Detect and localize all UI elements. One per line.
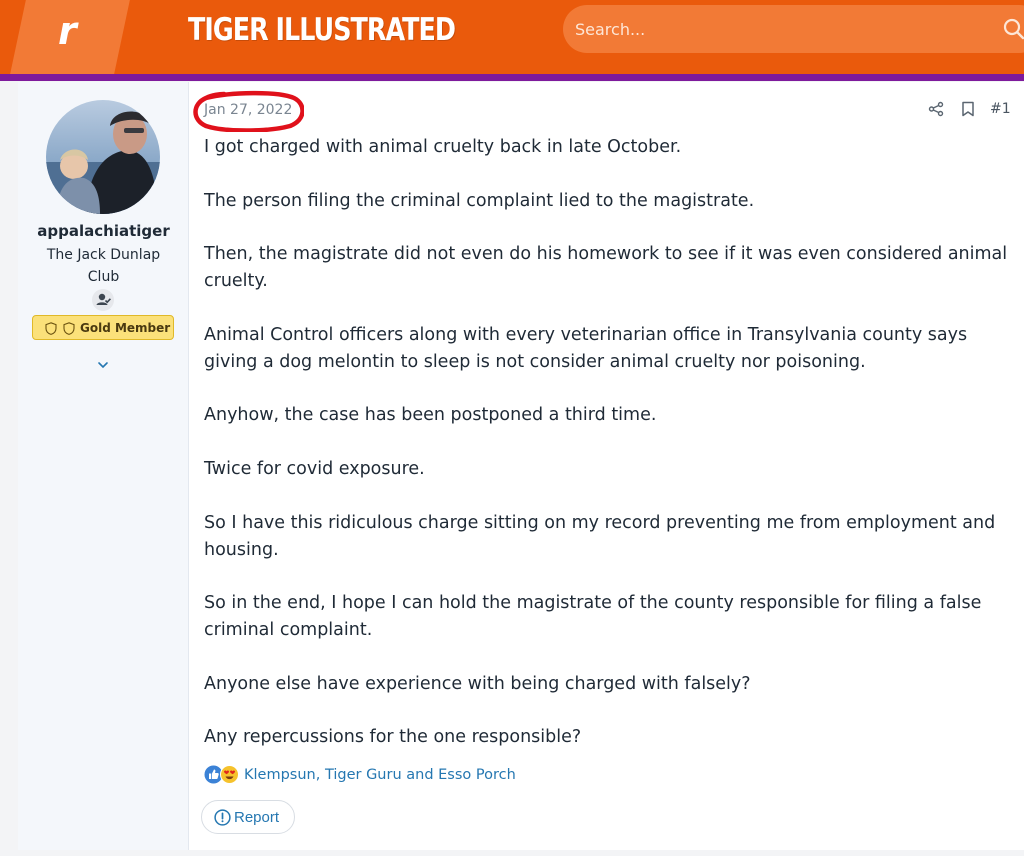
- site-title[interactable]: TIGER ILLUSTRATED: [188, 10, 456, 50]
- message-paragraph: Anyone else have experience with being c…: [204, 673, 751, 694]
- message-body: I got charged with animal cruelty back i…: [204, 134, 1016, 751]
- user-check-icon: [96, 293, 111, 305]
- search-icon[interactable]: [1003, 18, 1024, 40]
- gold-member-badge: Gold Member: [32, 315, 174, 340]
- bookmark-icon[interactable]: [961, 101, 975, 117]
- site-logo-letter[interactable]: r: [58, 7, 98, 55]
- shield-icon: [63, 322, 75, 335]
- username[interactable]: appalachiatiger: [18, 222, 189, 244]
- forum-post: appalachiatiger The Jack Dunlap Club Gol…: [18, 82, 1024, 850]
- badge-label: Gold Member: [80, 321, 171, 335]
- message-paragraph: So I have this ridiculous charge sitting…: [204, 512, 996, 560]
- report-icon: [214, 809, 231, 826]
- header-accent-bar: [0, 74, 1024, 81]
- share-icon[interactable]: [928, 101, 944, 117]
- message-paragraph: Any repercussions for the one responsibl…: [204, 727, 582, 748]
- love-reaction-icon[interactable]: [220, 765, 239, 784]
- message-paragraph: The person filing the criminal complaint…: [204, 190, 755, 211]
- message-paragraph: So in the end, I hope I can hold the mag…: [204, 593, 982, 641]
- user-status-icon[interactable]: [92, 289, 114, 311]
- red-annotation-circle: [193, 90, 304, 132]
- shield-icon: [45, 322, 57, 335]
- chevron-down-icon[interactable]: [96, 358, 110, 372]
- user-panel: appalachiatiger The Jack Dunlap Club Gol…: [18, 82, 189, 850]
- message-paragraph: Then, the magistrate did not even do his…: [204, 244, 1008, 292]
- site-header: r TIGER ILLUSTRATED: [0, 0, 1024, 74]
- message-paragraph: Animal Control officers along with every…: [204, 324, 968, 372]
- user-title: The Jack Dunlap Club: [46, 247, 161, 285]
- avatar-image: [46, 100, 160, 214]
- search-box[interactable]: [563, 5, 1024, 53]
- report-button[interactable]: Report: [201, 800, 295, 834]
- message-paragraph: I got charged with animal cruelty back i…: [204, 137, 682, 157]
- avatar[interactable]: [46, 100, 160, 214]
- message-paragraph: Anyhow, the case has been postponed a th…: [204, 405, 657, 426]
- message-paragraph: Twice for covid exposure.: [204, 458, 425, 479]
- report-label: Report: [234, 809, 280, 826]
- reactors-list[interactable]: Klempsun, Tiger Guru and Esso Porch: [244, 764, 516, 786]
- post-number-link[interactable]: #1: [990, 99, 1011, 119]
- search-input[interactable]: [575, 15, 975, 43]
